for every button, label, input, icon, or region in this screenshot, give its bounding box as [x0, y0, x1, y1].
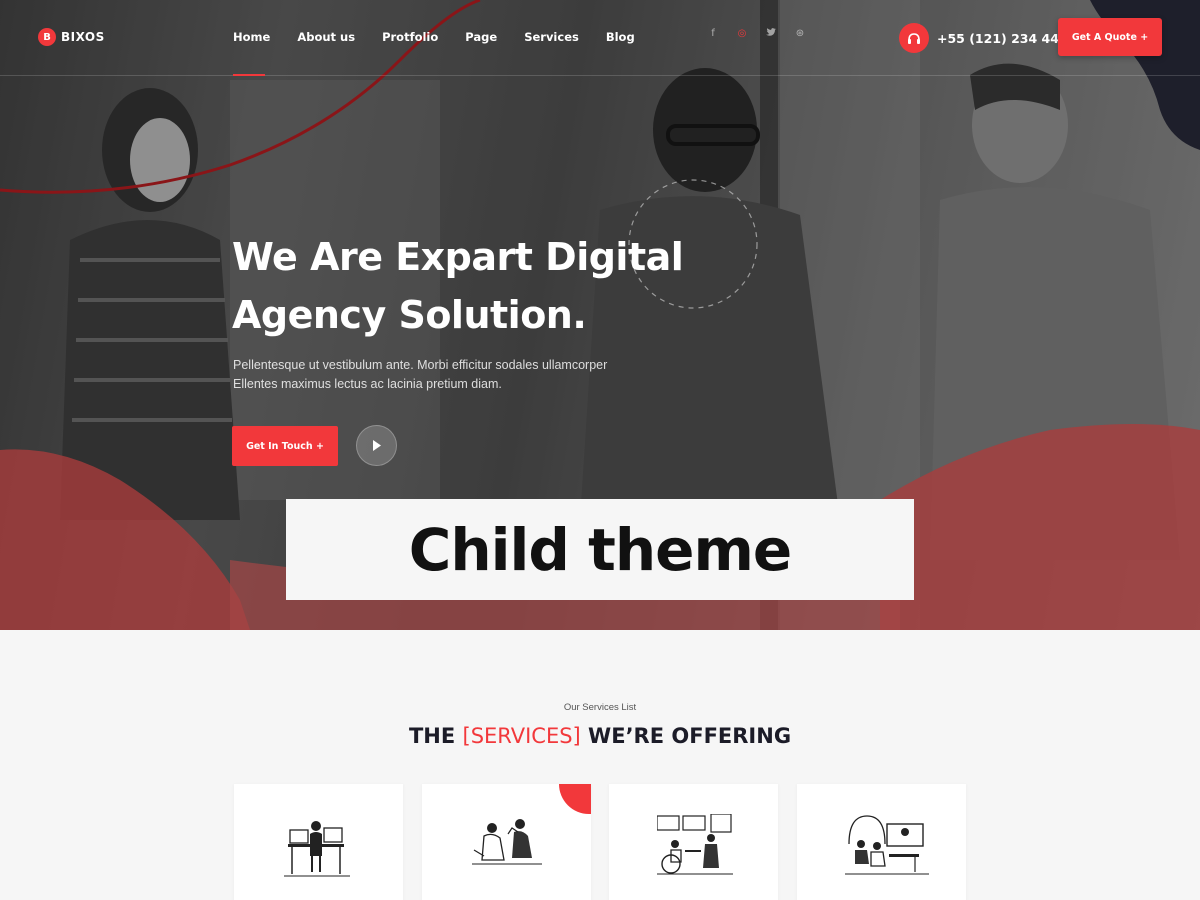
service-card[interactable] [797, 784, 966, 900]
phone-number: +55 (121) 234 444 [937, 30, 1068, 46]
hero-section: B BIXOS Home About us Protfolio Page Ser… [0, 0, 1200, 630]
hero-title-line-2: Agency Solution. [232, 293, 587, 337]
nav-item-blog[interactable]: Blog [606, 30, 635, 44]
nav-item-portfolio[interactable]: Protfolio [382, 30, 438, 44]
instagram-icon[interactable]: ◎ [736, 28, 748, 40]
services-subtitle: Our Services List [563, 702, 637, 713]
nav-item-home[interactable]: Home [233, 30, 270, 76]
social-links: f ◎ ⊛ [707, 28, 806, 40]
service-card[interactable] [422, 784, 591, 900]
brand-logo[interactable]: B BIXOS [38, 28, 105, 46]
desk-workstation-illustration [284, 821, 350, 877]
play-video-button[interactable] [356, 425, 397, 466]
site-header: B BIXOS Home About us Protfolio Page Ser… [0, 0, 1200, 76]
nav-item-about-us[interactable]: About us [297, 30, 355, 44]
contact-phone[interactable]: +55 (121) 234 444 [899, 23, 1068, 53]
hero-title-line-1: We Are Expart Digital [232, 235, 684, 279]
hero-description-line-2: Ellentes maximus lectus ac lacinia preti… [233, 377, 502, 391]
video-meeting-illustration [845, 815, 929, 875]
services-heading-end: WE’RE OFFERING [580, 724, 792, 748]
dribbble-icon[interactable]: ⊛ [794, 28, 806, 40]
twitter-icon[interactable] [765, 28, 777, 40]
team-discussion-illustration [472, 819, 542, 865]
play-icon [372, 440, 381, 451]
headphones-icon [899, 23, 929, 53]
service-card[interactable] [234, 784, 403, 900]
services-heading-accent: [SERVICES] [462, 724, 581, 748]
service-card[interactable] [609, 784, 778, 900]
main-nav: Home About us Protfolio Page Services Bl… [233, 30, 662, 76]
get-a-quote-button[interactable]: Get A Quote + [1058, 18, 1162, 56]
hero-description-line-1: Pellentesque ut vestibulum ante. Morbi e… [233, 358, 608, 372]
nav-item-page[interactable]: Page [465, 30, 497, 44]
get-in-touch-button[interactable]: Get In Touch + [232, 426, 338, 466]
hero-description: Pellentesque ut vestibulum ante. Morbi e… [233, 356, 613, 394]
logo-mark: B [38, 28, 56, 46]
nav-item-services[interactable]: Services [524, 30, 579, 44]
child-theme-badge: Child theme [286, 499, 914, 600]
card-corner-accent [559, 784, 591, 814]
services-heading-start: THE [408, 724, 463, 748]
services-heading: THE [SERVICES] WE’RE OFFERING [0, 724, 1200, 748]
child-theme-label: Child theme [408, 515, 792, 584]
presentation-illustration [657, 814, 733, 875]
logo-text: BIXOS [61, 30, 105, 44]
facebook-icon[interactable]: f [707, 28, 719, 40]
hero-title: We Are Expart Digital Agency Solution. [232, 228, 752, 344]
